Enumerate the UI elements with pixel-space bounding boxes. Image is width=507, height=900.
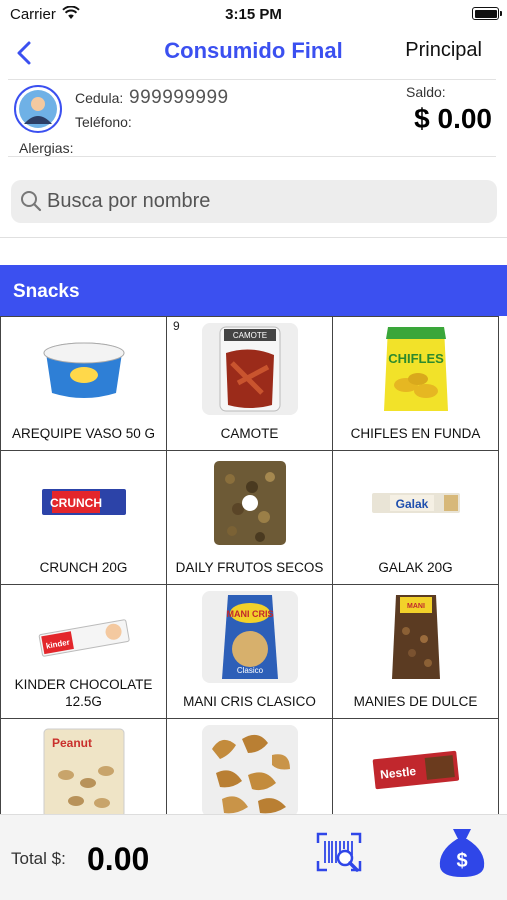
product-cell[interactable] <box>166 718 333 814</box>
chifles-bag-icon: CHIFLES <box>367 323 464 415</box>
cashews-icon <box>201 725 298 814</box>
product-cell[interactable]: MANI CRIS Clasico MANI CRIS CLASICO <box>166 584 333 719</box>
battery-icon <box>472 7 502 20</box>
search-icon <box>21 191 42 212</box>
mani-cris-bag-icon: MANI CRIS Clasico <box>201 591 298 683</box>
svg-text:CHIFLES: CHIFLES <box>388 351 444 366</box>
total-label: Total $: <box>11 849 66 868</box>
product-name: MANI CRIS CLASICO <box>183 694 316 709</box>
money-bag-icon[interactable]: $ <box>436 825 488 879</box>
galak-bar-icon: Galak <box>367 457 464 549</box>
search-input[interactable] <box>47 180 487 223</box>
svg-text:$: $ <box>456 850 467 872</box>
cedula-value: 999999999 <box>129 87 229 108</box>
product-name: AREQUIPE VASO 50 G <box>11 426 156 441</box>
svg-text:MANI: MANI <box>407 603 425 610</box>
product-cell[interactable]: AREQUIPE VASO 50 G <box>0 316 167 451</box>
product-name: CAMOTE <box>220 426 279 441</box>
barcode-search-icon[interactable] <box>316 831 362 873</box>
product-name: DAILY FRUTOS SECOS <box>175 560 324 575</box>
telefono-label: Teléfono: <box>75 114 132 130</box>
total-value: 0.00 <box>87 841 150 877</box>
status-time: 3:15 PM <box>225 6 282 23</box>
product-cell[interactable]: Peanut <box>0 718 167 814</box>
nuts-bag-icon <box>201 457 298 549</box>
svg-text:Clasico: Clasico <box>236 666 263 675</box>
manies-dulce-bag-icon: MANI <box>367 591 464 683</box>
svg-text:Galak: Galak <box>395 497 428 511</box>
product-cell[interactable]: kinder KINDER CHOCOLATE 12.5G <box>0 584 167 719</box>
product-cell[interactable]: Galak GALAK 20G <box>332 450 499 585</box>
saldo-value: $ 0.00 <box>414 103 492 134</box>
product-name: GALAK 20G <box>378 560 453 575</box>
nestle-chocolate-icon: Nestle <box>367 725 464 814</box>
principal-button[interactable]: Principal <box>405 39 482 62</box>
product-name: KINDER CHOCOLATE 12.5G <box>14 677 153 709</box>
product-cell[interactable]: Nestle <box>332 718 499 814</box>
arequipe-cup-icon <box>35 323 132 415</box>
navigation-bar: Consumido Final Principal <box>0 30 507 76</box>
svg-text:CAMOTE: CAMOTE <box>232 331 266 340</box>
crunch-bar-icon: CRUNCH <box>35 457 132 549</box>
kinder-bar-icon: kinder <box>35 591 132 683</box>
svg-text:Peanut: Peanut <box>51 736 91 750</box>
product-cell[interactable]: CRUNCH CRUNCH 20G <box>0 450 167 585</box>
category-title: Snacks <box>13 281 80 302</box>
alergias-label: Alergias: <box>19 140 74 156</box>
camote-bag-icon: CAMOTE <box>201 323 298 415</box>
product-name: MANIES DE DULCE <box>353 694 478 709</box>
saldo-label: Saldo: <box>406 84 446 100</box>
product-badge: 9 <box>173 319 180 333</box>
category-header: Snacks <box>0 265 507 316</box>
product-cell[interactable]: CHIFLES CHIFLES EN FUNDA <box>332 316 499 451</box>
customer-card: Cedula: 999999999 Teléfono: Alergias: Sa… <box>8 79 496 157</box>
avatar[interactable] <box>14 85 62 133</box>
product-cell[interactable]: DAILY FRUTOS SECOS <box>166 450 333 585</box>
status-bar: Carrier 3:15 PM <box>0 0 507 30</box>
bottom-bar: Total $: 0.00 $ <box>0 814 507 900</box>
search-bar[interactable] <box>11 180 497 223</box>
product-cell[interactable]: MANI MANIES DE DULCE <box>332 584 499 719</box>
user-avatar-icon <box>19 90 57 128</box>
svg-text:CRUNCH: CRUNCH <box>50 496 102 510</box>
cedula-label: Cedula: <box>75 90 124 106</box>
product-name: CRUNCH 20G <box>39 560 128 575</box>
divider <box>0 237 507 238</box>
product-cell[interactable]: CAMOTE 9 CAMOTE <box>166 316 333 451</box>
product-name: CHIFLES EN FUNDA <box>350 426 481 441</box>
peanut-bag-icon: Peanut <box>35 725 132 814</box>
product-grid: AREQUIPE VASO 50 G CAMOTE 9 CAMOTE CHIFLES CH… <box>0 316 500 814</box>
svg-text:MANI CRIS: MANI CRIS <box>226 609 273 619</box>
